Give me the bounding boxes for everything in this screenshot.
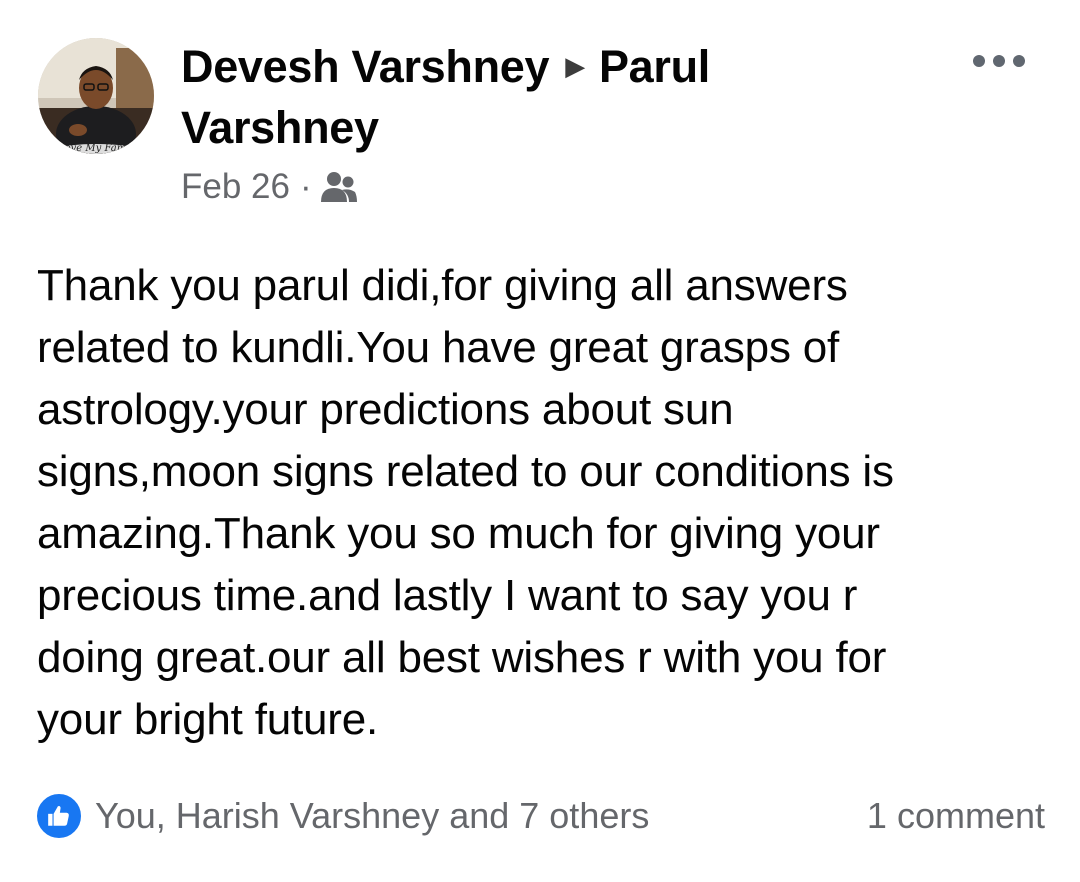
comments-count[interactable]: 1 comment bbox=[867, 795, 1045, 837]
thumbs-up-icon bbox=[35, 792, 83, 840]
avatar-photo: Love My Family bbox=[38, 38, 154, 154]
more-dot bbox=[973, 55, 985, 67]
more-dot bbox=[993, 55, 1005, 67]
meta-separator: · bbox=[299, 167, 312, 206]
post-date[interactable]: Feb 26 bbox=[181, 167, 290, 207]
reactions-summary[interactable]: You, Harish Varshney and 7 others bbox=[35, 792, 649, 840]
post-body-text: Thank you parul didi,for giving all answ… bbox=[37, 261, 894, 744]
post-footer: You, Harish Varshney and 7 others 1 comm… bbox=[35, 790, 1045, 842]
more-dot bbox=[1013, 55, 1025, 67]
author-name[interactable]: Devesh Varshney bbox=[181, 41, 550, 92]
more-options-icon[interactable] bbox=[973, 50, 1025, 72]
post-meta: Feb 26 · bbox=[181, 164, 358, 210]
friends-icon[interactable] bbox=[320, 170, 358, 204]
author-avatar[interactable]: Love My Family bbox=[38, 38, 154, 154]
post-card: Love My Family Devesh Varshney ▶ Parul Var… bbox=[0, 0, 1080, 882]
arrow-right-icon: ▶ bbox=[565, 51, 585, 82]
reactions-text[interactable]: You, Harish Varshney and 7 others bbox=[95, 795, 649, 837]
avatar-caption: Love My Family bbox=[57, 143, 139, 154]
post-header-names: Devesh Varshney ▶ Parul Varshney bbox=[181, 38, 801, 157]
